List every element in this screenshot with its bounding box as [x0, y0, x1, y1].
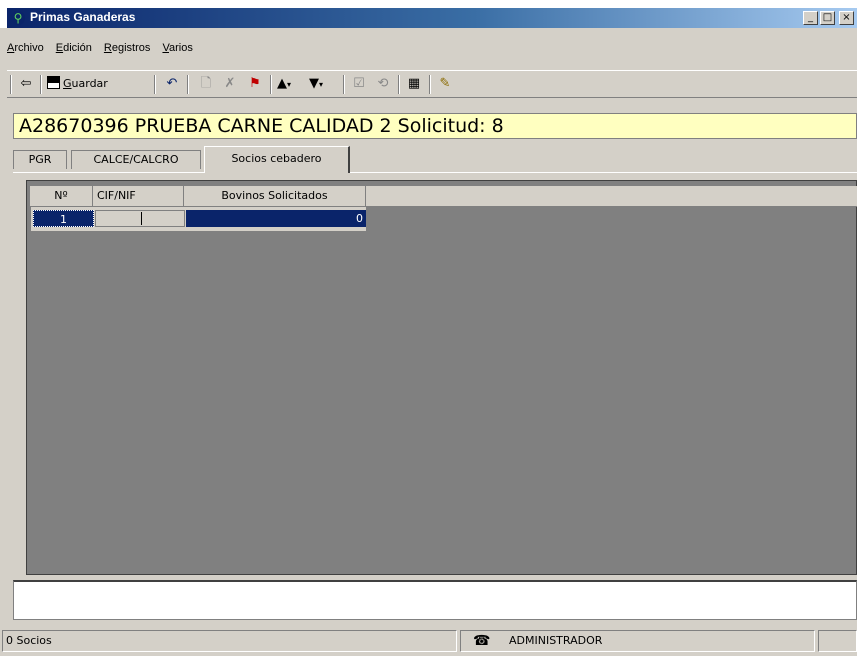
new-document-icon[interactable]: 🗋: [197, 75, 215, 93]
window-title: Primas Ganaderas: [30, 10, 136, 24]
calculator-icon[interactable]: ▦: [404, 75, 424, 93]
undo-icon[interactable]: ↶: [162, 75, 182, 93]
user-icon: ☎: [473, 633, 491, 649]
cell-num[interactable]: 1: [33, 210, 94, 227]
tab-baseline: [13, 172, 857, 173]
next-record-icon[interactable]: ▼▾: [309, 75, 337, 93]
exit-record-icon[interactable]: ⚑: [245, 75, 265, 93]
status-count: 0 Socios: [2, 630, 457, 652]
refresh-icon[interactable]: ⟲: [373, 75, 393, 93]
menu-edicion[interactable]: Edición: [56, 42, 92, 54]
toolbar-separator: [154, 75, 156, 94]
column-header-cif[interactable]: CIF/NIF: [93, 186, 184, 206]
app-icon: ⚲: [11, 11, 25, 25]
close-button[interactable]: ×: [839, 11, 854, 25]
table-row[interactable]: 1 0: [31, 207, 366, 231]
notes-icon[interactable]: ✎: [435, 75, 455, 93]
menu-registros[interactable]: Registros: [104, 42, 150, 54]
toolbar: ⇦ Guardar ↶ 🗋 ✗ ⚑ ▲▾ ▼▾ ☑ ⟲ ▦ ✎: [7, 70, 857, 98]
toolbar-separator: [270, 75, 272, 94]
toolbar-separator: [429, 75, 431, 94]
minimize-button[interactable]: _: [803, 11, 818, 25]
menu-bar: Archivo Edición Registros Varios: [7, 42, 202, 54]
save-button[interactable]: Guardar: [47, 75, 127, 93]
resize-grip[interactable]: [818, 630, 857, 652]
toolbar-separator: [40, 75, 42, 94]
cell-cif[interactable]: [95, 210, 185, 227]
grid-header: Nº CIF/NIF Bovinos Solicitados: [30, 186, 857, 207]
toolbar-separator: [343, 75, 345, 94]
validate-icon[interactable]: ☑: [349, 75, 369, 93]
grid-area[interactable]: [26, 180, 857, 575]
message-area[interactable]: [13, 580, 857, 620]
toolbar-separator: [398, 75, 400, 94]
previous-record-icon[interactable]: ▲▾: [277, 75, 305, 93]
record-header: A28670396 PRUEBA CARNE CALIDAD 2 Solicit…: [13, 113, 857, 139]
cell-bovinos[interactable]: 0: [186, 210, 366, 227]
tab-calce-calcro[interactable]: CALCE/CALCRO: [71, 150, 201, 169]
status-user: ☎ ADMINISTRADOR: [460, 630, 815, 652]
maximize-button[interactable]: □: [820, 11, 835, 25]
tab-socios-cebadero[interactable]: Socios cebadero: [204, 146, 350, 173]
toolbar-separator: [10, 75, 12, 94]
back-arrow-icon[interactable]: ⇦: [17, 75, 35, 93]
floppy-disk-icon: [47, 76, 60, 89]
column-header-num[interactable]: Nº: [30, 186, 93, 206]
delete-record-icon[interactable]: ✗: [220, 75, 240, 93]
tab-pgr[interactable]: PGR: [13, 150, 67, 169]
menu-varios[interactable]: Varios: [162, 42, 192, 54]
text-cursor: [141, 212, 142, 225]
toolbar-separator: [187, 75, 189, 94]
column-header-bovinos[interactable]: Bovinos Solicitados: [184, 186, 366, 206]
menu-archivo[interactable]: Archivo: [7, 42, 44, 54]
